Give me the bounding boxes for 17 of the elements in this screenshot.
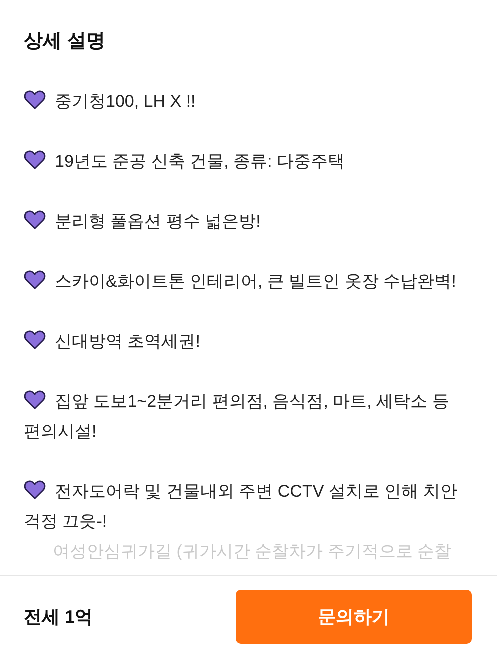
- inquire-button[interactable]: 문의하기: [236, 590, 472, 644]
- description-line: 스카이&화이트톤 인테리어, 큰 빌트인 옷장 수납완벽!: [24, 267, 473, 297]
- description-line: 신대방역 초역세권!: [24, 327, 473, 357]
- section-title: 상세 설명: [24, 30, 106, 54]
- description-line: 19년도 준공 신축 건물, 종류: 다중주택: [24, 147, 473, 177]
- heart-icon: [24, 270, 46, 290]
- heart-icon: [24, 210, 46, 230]
- description-line: 중기청100, LH X !!: [24, 87, 473, 117]
- heart-icon: [24, 390, 46, 410]
- description-line: 분리형 풀옵션 평수 넓은방!: [24, 207, 473, 237]
- price-label: 전세 1억: [24, 606, 94, 628]
- description-line: 집앞 도보1~2분거리 편의점, 음식점, 마트, 세탁소 등 편의시설!: [24, 389, 450, 443]
- heart-icon: [24, 480, 46, 500]
- heart-icon: [24, 150, 46, 170]
- heart-icon: [24, 330, 46, 350]
- description-line: 전자도어락 및 건물내외 주변 CCTV 설치로 인해 치안 걱정 끄읏-!: [24, 479, 458, 533]
- heart-icon: [24, 90, 46, 110]
